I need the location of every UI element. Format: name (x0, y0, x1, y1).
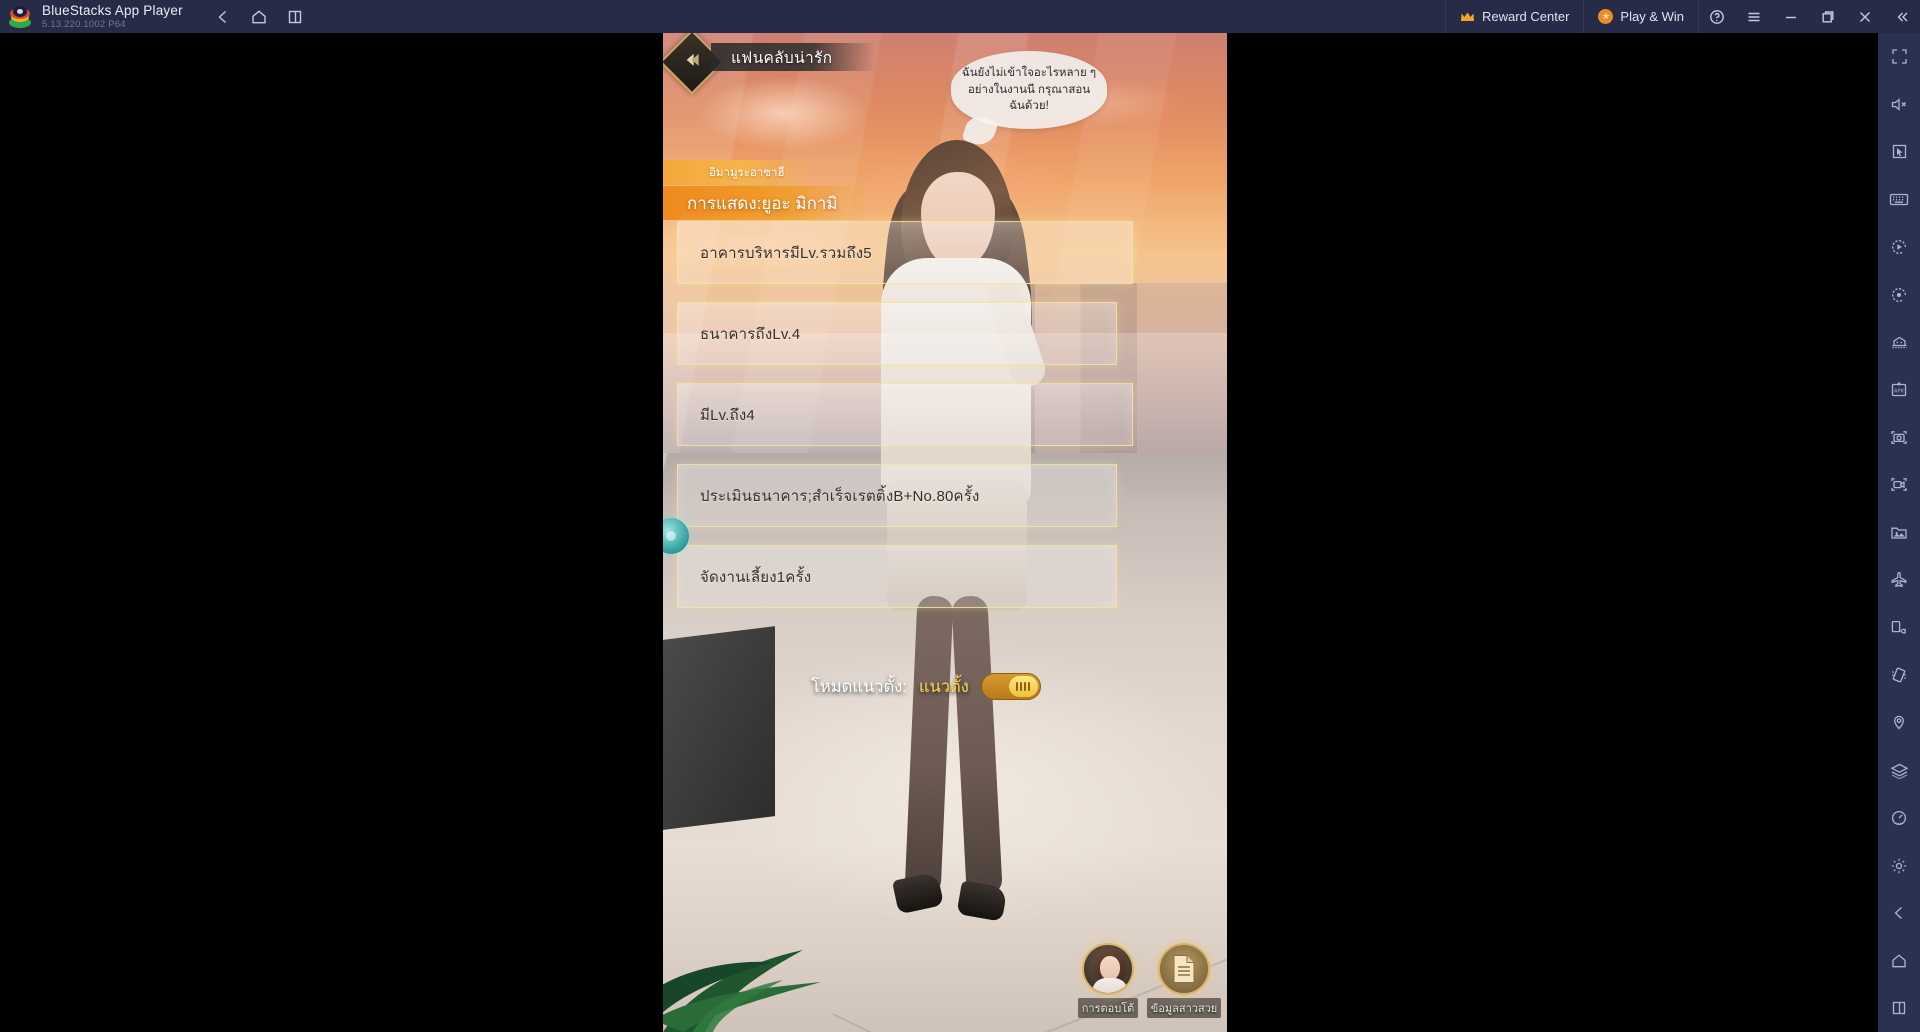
page-title: แฟนคลับน่ารัก (711, 43, 877, 71)
mission-label: ธนาคารถึงLv.4 (700, 325, 801, 343)
macro-record-icon[interactable] (1878, 271, 1920, 319)
document-icon (1158, 943, 1210, 995)
titlebar-nav (205, 0, 313, 33)
app-title-block: BlueStacks App Player 5.13.220.1002 P64 (42, 4, 183, 29)
airplane-icon[interactable] (1878, 556, 1920, 604)
help-button[interactable] (1698, 0, 1735, 33)
android-back-button[interactable] (1878, 889, 1920, 937)
macro-play-icon[interactable] (1878, 223, 1920, 271)
minimize-button[interactable] (1772, 0, 1809, 33)
mission-row[interactable]: ธนาคารถึงLv.4 (677, 302, 1117, 365)
mission-row[interactable]: มีLv.ถึง4 (677, 383, 1133, 446)
orientation-switch[interactable] (980, 673, 1041, 700)
mission-label: อาคารบริหารมีLv.รวมถึง5 (700, 244, 872, 262)
play-and-win-button[interactable]: ★ Play & Win (1583, 0, 1698, 33)
reward-center-button[interactable]: Reward Center (1444, 0, 1583, 33)
mission-label: จัดงานเลี้ยง1ครั้ง (700, 568, 812, 586)
keyboard-icon[interactable] (1878, 176, 1920, 224)
character-portrait-icon (1082, 943, 1134, 995)
speaker-mute-icon[interactable] (1878, 81, 1920, 129)
hamburger-menu-button[interactable] (1735, 0, 1772, 33)
media-folder-icon[interactable] (1878, 509, 1920, 557)
location-pin-icon[interactable] (1878, 699, 1920, 747)
speedometer-icon[interactable] (1878, 794, 1920, 842)
speech-bubble: ฉันยังไม่เข้าใจอะไรหลาย ๆ อย่างในงานนี ก… (951, 51, 1107, 129)
close-button[interactable] (1846, 0, 1883, 33)
android-home-button[interactable] (1878, 937, 1920, 985)
character-subname-tag: อิมามูระอาซาฮี (663, 160, 811, 185)
mission-list: อาคารบริหารมีLv.รวมถึง5 ธนาคารถึงLv.4 มี… (677, 221, 1133, 626)
reward-center-label: Reward Center (1481, 9, 1570, 24)
star-badge-icon: ★ (1598, 9, 1614, 24)
bottom-action-bar: การตอบโต้ ข้อมูลสาวสวย (1077, 943, 1222, 1018)
game-viewport[interactable]: แฟนคลับน่ารัก ฉันยังไม่เข้าใจอะไรหลาย ๆ … (663, 33, 1227, 1032)
fullscreen-icon[interactable] (1878, 33, 1920, 81)
speech-bubble-text: ฉันยังไม่เข้าใจอะไรหลาย ๆ อย่างในงานนี ก… (961, 66, 1097, 113)
shake-device-icon[interactable] (1878, 652, 1920, 700)
crown-icon (1460, 11, 1475, 23)
android-recents-button[interactable] (1878, 985, 1920, 1032)
video-record-icon[interactable] (1878, 461, 1920, 509)
titlebar: BlueStacks App Player 5.13.220.1002 P64 … (0, 0, 1920, 33)
interaction-button[interactable]: การตอบโต้ (1077, 943, 1139, 1018)
layers-icon[interactable] (1878, 747, 1920, 795)
right-sidebar: APK (1878, 33, 1920, 1032)
orientation-toggle-row[interactable]: โหมดแนวตั้ง: แนวตั้ง (811, 673, 1041, 700)
cursor-pointer-icon[interactable] (1878, 128, 1920, 176)
mission-row[interactable]: ประเมินธนาคาร;สำเร็จเรตติ้งB+No.80ครั้ง (677, 464, 1117, 527)
mission-label: มีLv.ถึง4 (700, 406, 755, 424)
girl-info-button[interactable]: ข้อมูลสาวสวย (1146, 943, 1222, 1018)
rotate-screen-icon[interactable] (1878, 604, 1920, 652)
app-version: 5.13.220.1002 P64 (42, 18, 126, 30)
instance-manager-icon[interactable] (1878, 318, 1920, 366)
mission-row[interactable]: จัดงานเลี้ยง1ครั้ง (677, 545, 1117, 608)
svg-text:APK: APK (1894, 389, 1905, 395)
character-name-tag: การแสดง:ยูอะ มิกามิ (663, 186, 868, 220)
mission-label: ประเมินธนาคาร;สำเร็จเรตติ้งB+No.80ครั้ง (700, 487, 980, 505)
collapse-sidebar-button[interactable] (1883, 0, 1920, 33)
camera-icon[interactable] (1878, 414, 1920, 462)
orientation-label: โหมดแนวตั้ง: (811, 677, 907, 696)
titlebar-home-button[interactable] (241, 0, 277, 33)
girl-info-label: ข้อมูลสาวสวย (1146, 998, 1222, 1018)
restore-window-button[interactable] (1809, 0, 1846, 33)
titlebar-back-button[interactable] (205, 0, 241, 33)
orientation-value: แนวตั้ง (918, 677, 969, 696)
titlebar-multi-instance-button[interactable] (277, 0, 313, 33)
app-name: BlueStacks App Player (42, 3, 183, 18)
mission-row[interactable]: อาคารบริหารมีLv.รวมถึง5 (677, 221, 1133, 284)
play-and-win-label: Play & Win (1620, 9, 1684, 24)
apk-install-icon[interactable]: APK (1878, 366, 1920, 414)
bluestacks-logo (9, 5, 31, 28)
interaction-label: การตอบโต้ (1077, 998, 1139, 1018)
gear-icon[interactable] (1878, 842, 1920, 890)
titlebar-right-group: Reward Center ★ Play & Win (1444, 0, 1920, 33)
